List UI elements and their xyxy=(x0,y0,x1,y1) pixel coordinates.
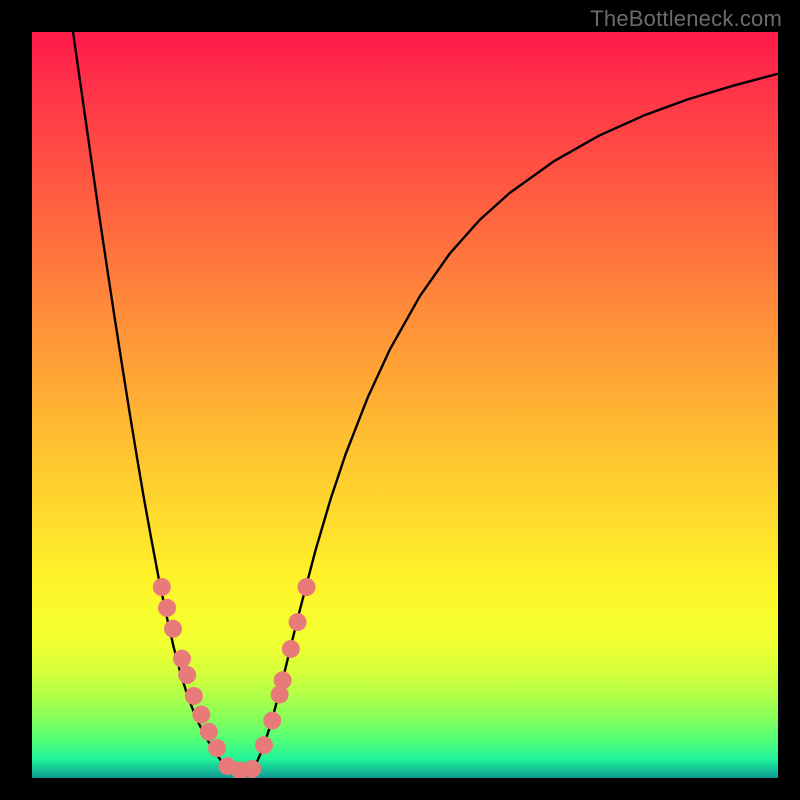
highlight-dot xyxy=(255,736,273,754)
highlight-dot xyxy=(263,712,281,730)
highlight-dot xyxy=(173,650,191,668)
highlight-dot xyxy=(208,739,226,757)
highlight-dot xyxy=(289,613,307,631)
chart-frame: TheBottleneck.com xyxy=(0,0,800,800)
highlight-dot xyxy=(200,723,218,741)
highlight-dots-group xyxy=(153,578,316,778)
dots-layer xyxy=(32,32,778,778)
highlight-dot xyxy=(185,687,203,705)
highlight-dot xyxy=(243,760,261,778)
watermark-text: TheBottleneck.com xyxy=(590,6,782,32)
highlight-dot xyxy=(192,706,210,724)
highlight-dot xyxy=(164,620,182,638)
highlight-dot xyxy=(158,599,176,617)
highlight-dot xyxy=(282,640,300,658)
highlight-dot xyxy=(178,666,196,684)
plot-area xyxy=(32,32,778,778)
highlight-dot xyxy=(274,671,292,689)
highlight-dot xyxy=(298,578,316,596)
highlight-dot xyxy=(153,578,171,596)
